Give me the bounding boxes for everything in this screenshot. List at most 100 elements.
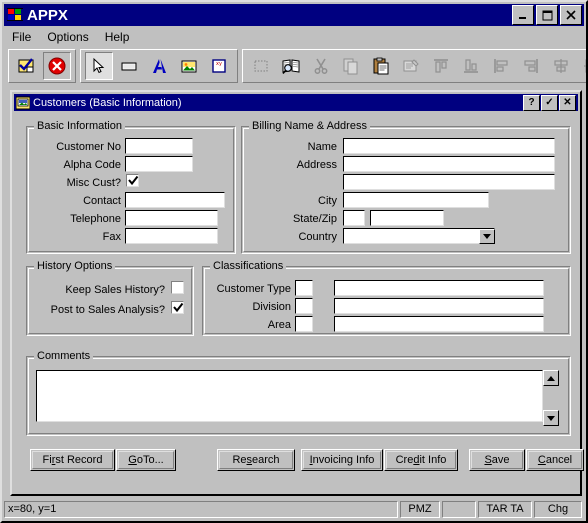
alpha-code-label: Alpha Code [63, 159, 122, 171]
customer-no-input[interactable] [125, 138, 193, 154]
invoicing-info-button[interactable]: Invoicing Info [301, 449, 383, 471]
accept-icon[interactable] [13, 52, 41, 80]
telephone-input[interactable] [125, 210, 218, 226]
history-options-legend: History Options [34, 260, 116, 272]
form-help-button[interactable]: ? [523, 94, 540, 111]
comments-legend: Comments [34, 350, 94, 362]
check-icon [128, 175, 139, 186]
billing-address-group: Billing Name & Address Name Address City… [241, 120, 571, 254]
country-combo-button[interactable] [479, 229, 495, 244]
align-right-icon[interactable] [517, 52, 545, 80]
contact-input[interactable] [125, 192, 225, 208]
zip-input[interactable] [370, 210, 444, 226]
classifications-legend: Classifications [210, 260, 287, 272]
misc-cust-checkbox[interactable] [126, 174, 139, 187]
first-record-button-label: First Record [42, 454, 103, 466]
area-code-input[interactable] [295, 316, 313, 332]
align-center-h-icon[interactable] [547, 52, 575, 80]
text-tool-icon[interactable] [145, 52, 173, 80]
division-description-input[interactable] [334, 298, 544, 314]
contact-label: Contact [83, 195, 121, 207]
xy-field-icon[interactable]: xy [205, 52, 233, 80]
form-titlebar: Customers (Basic Information) ? ✓ ✕ [14, 94, 578, 111]
image-icon[interactable] [175, 52, 203, 80]
name-input[interactable] [343, 138, 555, 154]
paste-icon[interactable] [367, 52, 395, 80]
align-left-icon[interactable] [487, 52, 515, 80]
research-button-label: Research [232, 454, 280, 466]
comments-textarea[interactable] [36, 370, 543, 422]
check-icon [173, 302, 184, 313]
save-button[interactable]: Save [469, 449, 525, 471]
form-ok-button[interactable]: ✓ [541, 94, 558, 111]
state-input[interactable] [343, 210, 365, 226]
chevron-down-icon [483, 234, 491, 239]
form-window-icon [15, 96, 31, 110]
toolbar: xy [4, 47, 586, 85]
save-button-label: Save [484, 454, 510, 466]
status-panel-tar: TAR TA [478, 500, 532, 518]
city-label: City [318, 195, 337, 207]
align-center-v-icon[interactable] [577, 52, 586, 80]
customer-no-label: Customer No [56, 141, 121, 153]
name-label: Name [307, 141, 337, 153]
fax-input[interactable] [125, 228, 218, 244]
form-window-controls: ? ✓ ✕ [522, 94, 576, 111]
cut-icon[interactable] [307, 52, 335, 80]
alpha-code-input[interactable] [125, 156, 193, 172]
scroll-up-button[interactable] [543, 370, 559, 386]
comments-scrollbar[interactable] [543, 370, 559, 426]
area-label: Area [267, 319, 291, 331]
first-record-button[interactable]: First Record [30, 449, 115, 471]
research-button[interactable]: Research [217, 449, 295, 471]
goto-button-label: GoTo... [128, 454, 164, 466]
toolbar-group-edit [242, 49, 586, 83]
svg-text:xy: xy [216, 61, 222, 67]
menu-item-help[interactable]: Help [97, 29, 138, 45]
customer-type-description-input[interactable] [334, 280, 544, 296]
cancel-icon[interactable] [43, 52, 71, 80]
align-top-icon[interactable] [427, 52, 455, 80]
address-line1-input[interactable] [343, 156, 555, 172]
city-input[interactable] [343, 192, 489, 208]
cancel-button[interactable]: Cancel [526, 449, 584, 471]
find-icon[interactable] [277, 52, 305, 80]
country-combo-input[interactable] [343, 228, 495, 244]
close-button[interactable] [560, 5, 582, 25]
scrollbar-track[interactable] [543, 386, 559, 410]
menu-item-options[interactable]: Options [39, 29, 96, 45]
customer-type-code-input[interactable] [295, 280, 313, 296]
select-all-icon[interactable] [247, 52, 275, 80]
customer-type-label: Customer Type [216, 283, 291, 295]
status-panel-chg: Chg [534, 500, 582, 518]
post-to-sales-analysis-checkbox[interactable] [171, 301, 184, 314]
credit-info-button[interactable]: Credit Info [384, 449, 458, 471]
scroll-down-button[interactable] [543, 410, 559, 426]
keep-sales-history-checkbox[interactable] [171, 281, 184, 294]
window-title: APPX [27, 6, 68, 24]
rectangle-icon[interactable] [115, 52, 143, 80]
statusbar: x=80, y=1 PMZ TAR TA Chg [4, 499, 584, 519]
post-to-sales-analysis-label: Post to Sales Analysis? [50, 304, 165, 316]
state-zip-label: State/Zip [292, 213, 337, 225]
status-panel-pmz: PMZ [400, 500, 440, 518]
align-bottom-icon[interactable] [457, 52, 485, 80]
division-code-input[interactable] [295, 298, 313, 314]
triangle-up-icon [547, 375, 555, 381]
area-description-input[interactable] [334, 316, 544, 332]
windows-logo-icon [7, 7, 23, 23]
form-title: Customers (Basic Information) [33, 96, 182, 109]
copy-icon[interactable] [337, 52, 365, 80]
address-line2-input[interactable] [343, 174, 555, 190]
basic-information-group: Basic Information Customer No Alpha Code… [26, 120, 236, 254]
menu-item-file[interactable]: File [4, 29, 39, 45]
maximize-button[interactable] [536, 5, 558, 25]
pointer-icon[interactable] [85, 52, 113, 80]
goto-button[interactable]: GoTo... [116, 449, 176, 471]
keep-sales-history-label: Keep Sales History? [65, 284, 165, 296]
form-close-button[interactable]: ✕ [559, 94, 576, 111]
minimize-button[interactable] [512, 5, 534, 25]
toolbar-group-actions [8, 49, 76, 83]
properties-icon[interactable] [397, 52, 425, 80]
credit-info-button-label: Credit Info [395, 454, 447, 466]
